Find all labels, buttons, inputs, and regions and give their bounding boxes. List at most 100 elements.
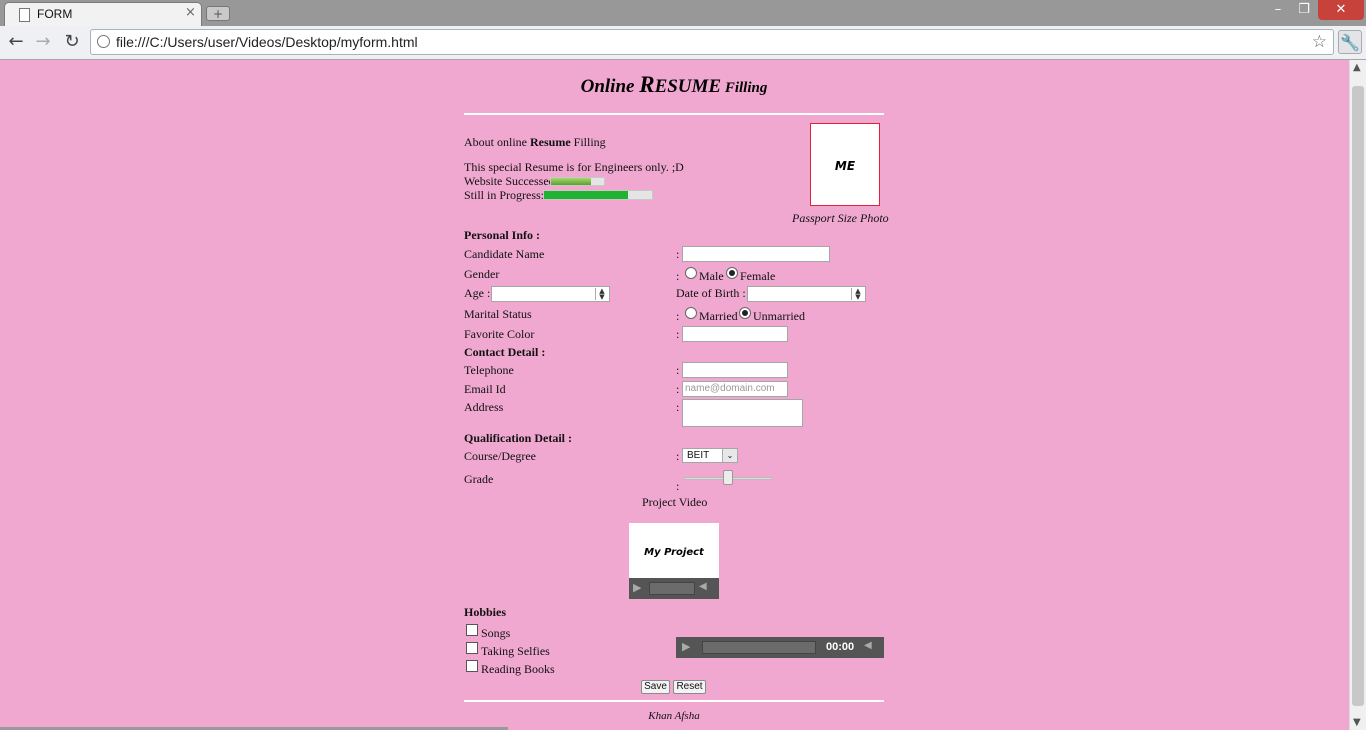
maximize-button[interactable]: ❐ — [1292, 0, 1316, 20]
age-input[interactable]: ▲ ▼ — [491, 286, 610, 302]
about-suffix: Filling — [570, 135, 606, 149]
bottom-divider — [464, 700, 884, 702]
volume-icon[interactable]: ◀ — [699, 581, 707, 592]
dob-label: Date of Birth : — [676, 286, 746, 300]
back-button[interactable]: ← — [5, 30, 27, 54]
telephone-label: Telephone — [464, 363, 514, 377]
about-text: About online Resume Filling — [464, 135, 606, 150]
hobby-selfies-checkbox[interactable] — [466, 642, 478, 654]
photo-me-text: ME — [834, 159, 856, 173]
wrench-icon[interactable]: 🔧 — [1338, 30, 1362, 54]
video-controls: ▶ ◀ — [629, 578, 719, 599]
minimize-button[interactable]: – — [1266, 0, 1290, 20]
scroll-up-icon[interactable]: ▲ — [1353, 62, 1361, 73]
play-icon[interactable]: ▶ — [682, 640, 690, 653]
scroll-down-icon[interactable]: ▼ — [1353, 717, 1361, 728]
email-label: Email Id — [464, 382, 506, 396]
browser-tab[interactable]: FORM × — [4, 2, 202, 26]
colon: : — [676, 247, 680, 261]
age-label: Age : — [464, 286, 491, 300]
address-label: Address — [464, 400, 504, 414]
in-progress-bar-fill — [544, 191, 629, 199]
candidate-name-input[interactable] — [682, 246, 830, 262]
star-icon[interactable]: ☆ — [1312, 32, 1327, 52]
hobby-reading-checkbox[interactable] — [466, 660, 478, 672]
colon: : — [676, 400, 680, 414]
audio-time: 00:00 — [826, 641, 855, 653]
title-part-filling: Filling — [721, 80, 768, 96]
tab-title: FORM — [37, 7, 73, 21]
title-part-online: Online — [580, 76, 640, 97]
page-title: Online RESUME Filling — [464, 72, 884, 98]
vertical-scrollbar[interactable]: ▲ ▼ — [1349, 60, 1366, 730]
address-textarea[interactable] — [682, 399, 803, 427]
gender-female-label: Female — [740, 269, 776, 283]
document-icon — [19, 8, 30, 22]
colon: : — [676, 449, 680, 463]
email-placeholder: name@domain.com — [685, 383, 775, 394]
hobbies-heading: Hobbies — [464, 605, 507, 619]
telephone-input[interactable] — [682, 362, 788, 378]
marital-unmarried-radio[interactable] — [739, 307, 751, 319]
grade-label: Grade — [464, 472, 494, 486]
photo-caption: Passport Size Photo — [792, 211, 889, 225]
in-progress-label: Still in Progress: — [464, 188, 545, 202]
audio-seek-bar[interactable] — [702, 641, 816, 654]
special-note: This special Resume is for Engineers onl… — [464, 160, 684, 174]
audio-player[interactable]: ▶ 00:00 ◀ — [676, 637, 884, 658]
scrollbar-thumb[interactable] — [1352, 86, 1364, 706]
course-degree-select[interactable]: BEIT ⌄ — [682, 448, 738, 463]
close-window-button[interactable]: ✕ — [1318, 0, 1364, 20]
personal-info-heading: Personal Info : — [464, 228, 540, 242]
candidate-name-label: Candidate Name — [464, 247, 545, 261]
hobby-songs-label: Songs — [481, 626, 511, 640]
tab-close-icon[interactable]: × — [185, 5, 196, 20]
dob-input[interactable]: ▲ ▼ — [747, 286, 866, 302]
hobby-songs-checkbox[interactable] — [466, 624, 478, 636]
url-text[interactable]: file:///C:/Users/user/Videos/Desktop/myf… — [116, 34, 418, 50]
reset-button[interactable]: Reset — [673, 680, 706, 694]
email-input[interactable]: name@domain.com — [682, 381, 788, 397]
colon: : — [676, 327, 680, 341]
new-tab-button[interactable]: + — [206, 6, 230, 21]
volume-icon[interactable]: ◀ — [864, 640, 872, 651]
dob-spinner-icon[interactable]: ▲ ▼ — [851, 288, 864, 301]
chevron-down-icon[interactable]: ⌄ — [722, 449, 737, 462]
passport-photo: ME — [810, 123, 880, 206]
grade-slider-thumb[interactable] — [723, 470, 733, 485]
qualification-detail-heading: Qualification Detail : — [464, 431, 572, 445]
save-button[interactable]: Save — [641, 680, 670, 694]
about-bold: Resume — [530, 135, 571, 149]
video-seek-bar[interactable] — [649, 582, 695, 595]
footer-author: Khan Afsha — [648, 710, 700, 722]
course-selected-value: BEIT — [687, 450, 710, 461]
favorite-color-label: Favorite Color — [464, 327, 535, 341]
marital-married-radio[interactable] — [685, 307, 697, 319]
colon: : — [676, 363, 680, 377]
marital-status-label: Marital Status — [464, 307, 532, 321]
gender-label: Gender — [464, 267, 500, 281]
title-part-r: R — [639, 72, 655, 97]
colon: : — [676, 382, 680, 396]
project-video-heading: Project Video — [642, 495, 708, 509]
project-video-player[interactable]: My Project ▶ ◀ — [629, 523, 719, 599]
contact-detail-heading: Contact Detail : — [464, 345, 546, 359]
play-icon[interactable]: ▶ — [633, 581, 641, 594]
marital-married-label: Married — [699, 309, 738, 323]
reload-button[interactable]: ↻ — [61, 30, 83, 54]
forward-button[interactable]: → — [32, 30, 54, 54]
browser-toolbar: ← → ↻ file:///C:/Users/user/Videos/Deskt… — [0, 26, 1366, 60]
gender-female-radio[interactable] — [726, 267, 738, 279]
course-degree-label: Course/Degree — [464, 449, 536, 463]
age-spinner-icon[interactable]: ▲ ▼ — [595, 288, 608, 301]
colon: : — [676, 479, 680, 493]
top-divider — [464, 113, 884, 115]
window-titlebar: FORM × + – ❐ ✕ — [0, 0, 1366, 26]
gender-male-radio[interactable] — [685, 267, 697, 279]
website-success-meter-fill — [551, 178, 591, 185]
in-progress-bar — [543, 190, 653, 200]
hobby-reading-label: Reading Books — [481, 662, 555, 676]
address-bar[interactable]: file:///C:/Users/user/Videos/Desktop/myf… — [90, 29, 1334, 55]
favorite-color-input[interactable] — [682, 326, 788, 342]
video-title: My Project — [644, 547, 704, 558]
